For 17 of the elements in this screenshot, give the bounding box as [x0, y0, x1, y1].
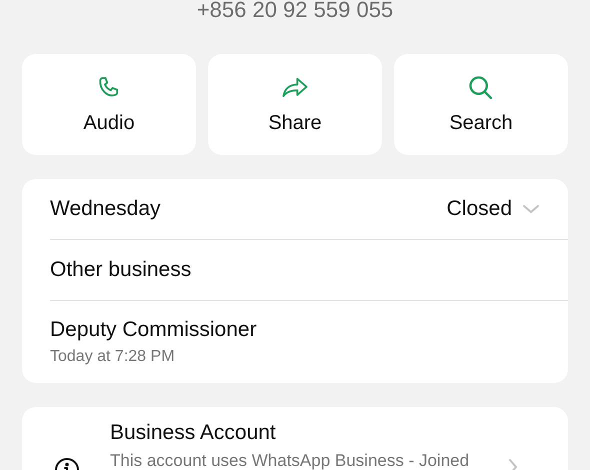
action-button[interactable]: Search — [394, 54, 568, 155]
category-label: Other business — [50, 258, 192, 282]
search-icon — [467, 74, 495, 102]
hours-status: Closed — [446, 197, 512, 221]
chevron-down-icon — [522, 203, 540, 215]
phone-number: +856 20 92 559 055 — [196, 0, 394, 22]
day-label: Wednesday — [50, 197, 161, 221]
info-row[interactable]: Wednesday Closed — [50, 179, 568, 239]
action-button[interactable]: Audio — [22, 54, 196, 155]
status-time: Today at 7:28 PM — [50, 348, 176, 366]
info-row[interactable]: Deputy Commissioner Today at 7:28 PM — [50, 300, 568, 383]
business-account-title: Business Account — [110, 421, 277, 445]
business-account-description: This account uses WhatsApp Business - Joined — [110, 451, 470, 470]
action-button[interactable]: Share — [208, 54, 382, 155]
info-row[interactable]: Other business — [50, 239, 568, 300]
status-text: Deputy Commissioner — [50, 318, 257, 342]
business-account-row[interactable]: Business Account This account uses WhatsApp Business - Joined — [22, 407, 568, 470]
